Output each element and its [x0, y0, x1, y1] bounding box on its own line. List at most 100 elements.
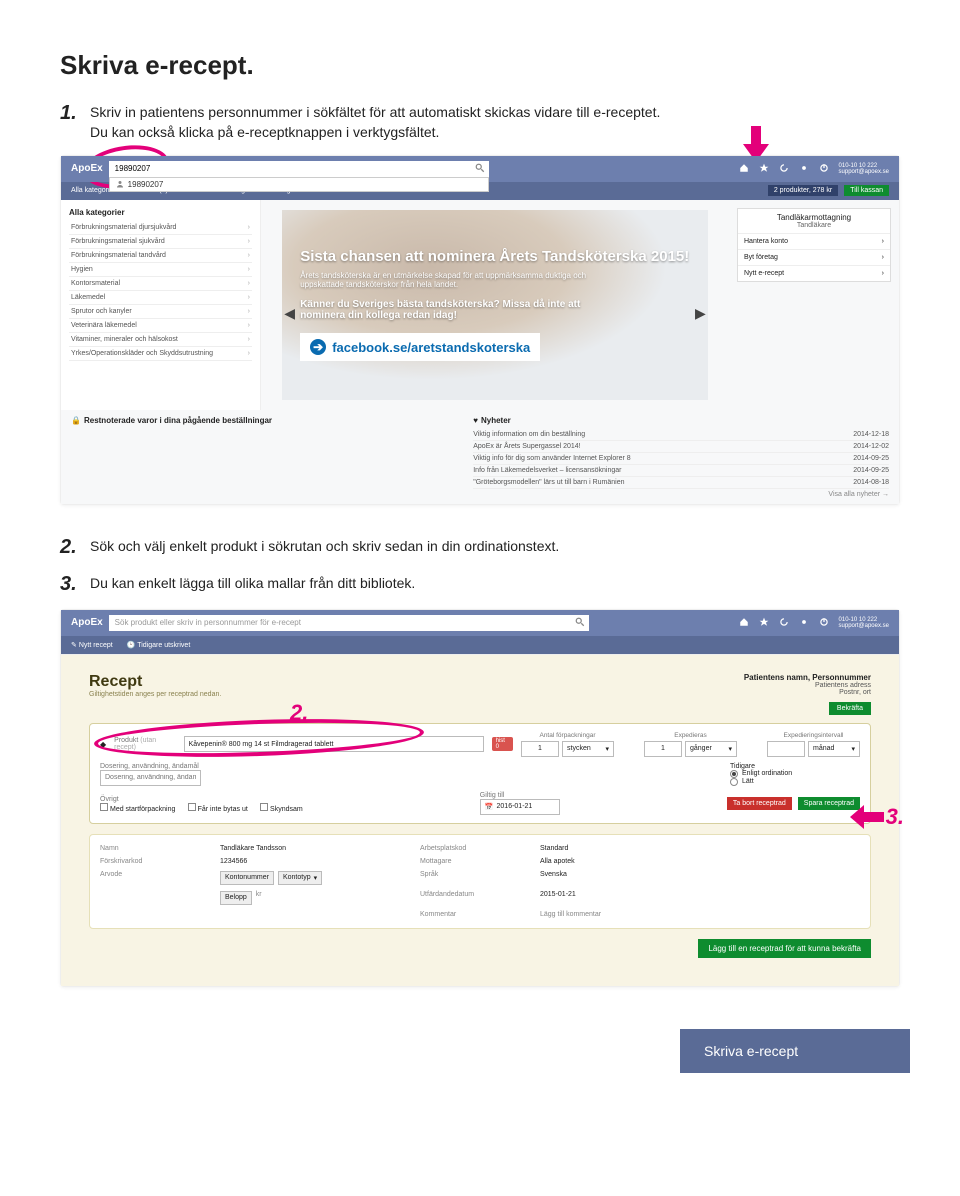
footer-section-tab: Skriva e-recept [680, 1029, 910, 1073]
search-input[interactable]: Sök produkt eller skriv in personnummer … [109, 615, 589, 631]
delete-row-button[interactable]: Ta bort receptrad [727, 797, 792, 810]
info-label: Kommentar [420, 911, 540, 918]
add-comment-link[interactable]: Lägg till kommentar [540, 911, 860, 918]
power-icon[interactable] [819, 617, 829, 629]
all-news-link[interactable]: Visa alla nyheter → [473, 491, 889, 498]
star-icon[interactable] [759, 617, 769, 629]
home-icon[interactable] [739, 163, 749, 175]
subbar-item[interactable]: ✎ Nytt recept [71, 641, 113, 649]
right-panel-item[interactable]: Nytt e-recept› [738, 265, 890, 281]
info-value: 2015-01-21 [540, 891, 860, 905]
refresh-icon[interactable] [779, 617, 789, 629]
category-item[interactable]: Förbrukningsmaterial sjukvård› [69, 235, 252, 249]
info-value: 1234566 [220, 858, 420, 865]
checkbox[interactable] [188, 803, 196, 811]
recept-subtitle: Giltighetstiden anges per receptrad neda… [89, 691, 221, 698]
facebook-link[interactable]: ➔ facebook.se/aretstandskoterska [300, 333, 540, 361]
cart-summary[interactable]: 2 produkter, 278 kr [768, 185, 838, 196]
power-icon[interactable] [819, 163, 829, 175]
step-1-text-b: Du kan också klicka på e-receptknappen i… [90, 124, 439, 140]
dosage-label: Dosering, användning, ändamål [100, 763, 724, 770]
carousel-prev-icon[interactable]: ◀ [284, 305, 295, 322]
category-item[interactable]: Yrkes/Operationskläder och Skyddsutrustn… [69, 347, 252, 361]
info-value: Tandläkare Tandsson [220, 845, 420, 852]
backorder-title: 🔒 Restnoterade varor i dina pågående bes… [71, 416, 453, 425]
history-badge: hist 0 [492, 737, 513, 751]
account-type-select[interactable]: Kontotyp▾ [278, 871, 322, 885]
patient-info: Patientens namn, Personnummer Patientens… [744, 673, 871, 715]
interval-field[interactable] [767, 741, 805, 757]
category-item[interactable]: Vitaminer, mineraler och hälsokost› [69, 333, 252, 347]
to-cart-button[interactable]: Till kassan [844, 185, 889, 196]
valid-label: Giltig till [480, 792, 560, 799]
diamond-icon: ◆ [100, 740, 106, 749]
news-item[interactable]: ApoEx är Årets Supergassel 2014!2014-12-… [473, 441, 889, 453]
category-item[interactable]: Veterinära läkemedel› [69, 319, 252, 333]
add-row-confirm-button[interactable]: Lägg till en receptrad för att kunna bek… [698, 939, 871, 958]
app-logo: ApoEx [71, 617, 103, 628]
category-item[interactable]: Hygien› [69, 263, 252, 277]
tidigare-label: Tidigare [730, 763, 860, 770]
radio-option[interactable]: Enligt ordination [730, 770, 860, 778]
unit-select[interactable]: stycken▾ [562, 741, 614, 757]
news-item[interactable]: Info från Läkemedelsverket – licensansök… [473, 465, 889, 477]
arrow-right-circle-icon: ➔ [310, 339, 326, 355]
hero-body: Årets tandsköterska är en utmärkelse ska… [300, 271, 592, 289]
carousel-next-icon[interactable]: ▶ [695, 305, 706, 322]
radio-option[interactable]: Lätt [730, 778, 860, 786]
category-item[interactable]: Kontorsmaterial› [69, 277, 252, 291]
dispense-field[interactable]: 1 [644, 741, 682, 757]
contact-info: 010-10 10 222 support@apoex.se [839, 617, 889, 629]
checkbox[interactable] [100, 803, 108, 811]
user-box-header: Tandläkarmottagning Tandläkare [738, 209, 890, 233]
news-item[interactable]: Viktig information om din beställning201… [473, 429, 889, 441]
account-number-select[interactable]: Kontonummer [220, 871, 274, 885]
dosage-input[interactable] [100, 770, 201, 786]
unit-select[interactable]: gånger▾ [685, 741, 737, 757]
field-label: Antal förpackningar [539, 732, 595, 739]
info-label: Namn [100, 845, 220, 852]
category-item[interactable]: Sprutor och kanyler› [69, 305, 252, 319]
right-panel-item[interactable]: Byt företag› [738, 249, 890, 265]
search-icon[interactable] [575, 617, 585, 629]
valid-date-field[interactable]: 📅 2016-01-21 [480, 799, 560, 815]
home-icon[interactable] [739, 617, 749, 629]
hero-sub: Känner du Sveriges bästa tandsköterska? … [300, 299, 592, 321]
sub-bar: ✎ Nytt recept 🕑 Tidigare utskrivet [61, 636, 899, 654]
confirm-button[interactable]: Bekräfta [829, 702, 871, 715]
annotation-number-2: 2. [290, 700, 308, 726]
right-panel-item[interactable]: Hantera konto› [738, 233, 890, 249]
category-sidebar: Alla kategorier Förbrukningsmaterial dju… [61, 200, 261, 410]
checkbox-label: Med startförpackning [110, 806, 175, 813]
category-item[interactable]: Förbrukningsmaterial tandvård› [69, 249, 252, 263]
recept-title: Recept [89, 673, 221, 691]
checkbox[interactable] [260, 803, 268, 811]
category-item[interactable]: Läkemedel› [69, 291, 252, 305]
quantity-field[interactable]: 1 [521, 741, 559, 757]
hero-headline: Sista chansen att nominera Årets Tandskö… [300, 248, 690, 265]
step-1-number: 1. [60, 99, 82, 143]
step-1-text-a: Skriv in patientens personnummer i sökfä… [90, 104, 660, 120]
search-dropdown[interactable]: 19890207 [109, 177, 489, 192]
annotation-number-3: 3. [850, 804, 904, 830]
star-icon[interactable] [759, 163, 769, 175]
news-item[interactable]: "Gröteborgsmodellen" lärs ut till barn i… [473, 477, 889, 489]
field-label: Expedieringsintervall [784, 732, 844, 739]
gear-icon[interactable] [799, 617, 809, 629]
category-item[interactable]: Förbrukningsmaterial djursjukvård› [69, 221, 252, 235]
product-input[interactable]: Kåvepenin® 800 mg 14 st Filmdragerad tab… [184, 736, 484, 752]
search-icon[interactable] [475, 163, 485, 175]
info-label: Utfärdandedatum [420, 891, 540, 905]
info-value: Standard [540, 845, 860, 852]
top-bar: ApoEx 19890207 19890207 [61, 156, 899, 182]
checkbox-label: Skyndsam [270, 806, 303, 813]
search-input[interactable]: 19890207 19890207 [109, 161, 489, 177]
amount-select[interactable]: Belopp [220, 891, 252, 905]
subbar-item[interactable]: 🕑 Tidigare utskrivet [127, 641, 191, 649]
contact-info: 010-10 10 222 support@apoex.se [839, 163, 889, 175]
refresh-icon[interactable] [779, 163, 789, 175]
news-item[interactable]: Viktig info för dig som använder Interne… [473, 453, 889, 465]
prescriber-info-grid: Namn Tandläkare Tandsson Arbetsplatskod … [89, 834, 871, 929]
unit-select[interactable]: månad▾ [808, 741, 860, 757]
gear-icon[interactable] [799, 163, 809, 175]
